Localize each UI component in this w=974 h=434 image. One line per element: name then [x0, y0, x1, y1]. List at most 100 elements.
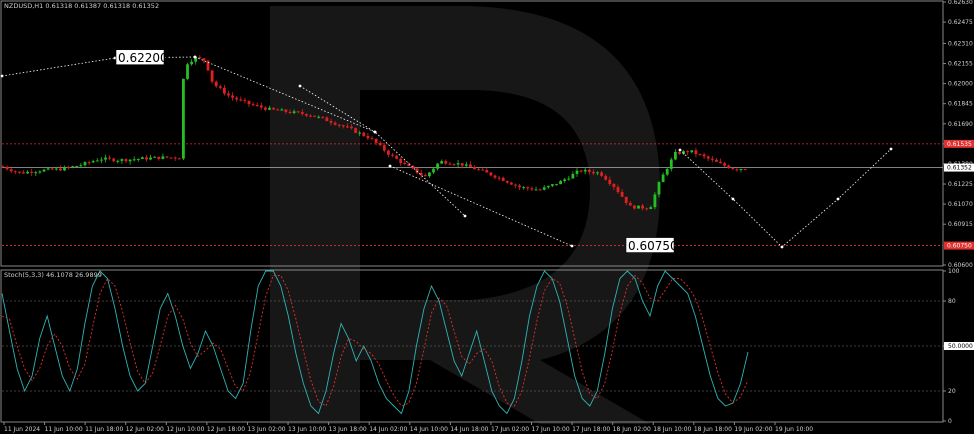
candle-body — [702, 154, 706, 157]
candle-body — [26, 171, 29, 174]
candle-body — [350, 126, 353, 129]
candle-body — [563, 179, 567, 182]
stoch-y-tick-label: 80 — [948, 298, 956, 305]
x-tick-label: 12 Jun 10:00 — [166, 426, 204, 433]
candle-body — [743, 169, 747, 171]
candle-body — [649, 207, 653, 210]
candle-body — [223, 87, 226, 94]
candle-body — [637, 205, 640, 209]
candle-body — [382, 145, 386, 151]
forecast-point — [0, 74, 4, 78]
current-price-label: 0.61352 — [947, 165, 972, 172]
candle-body — [95, 160, 99, 162]
candle-body — [87, 162, 91, 164]
candle-body — [54, 168, 58, 170]
candle-body — [538, 189, 542, 191]
price-y-tick-label: 0.61070 — [948, 201, 973, 208]
forecast-point — [780, 245, 784, 249]
candle-body — [112, 158, 116, 162]
candle-body — [706, 156, 710, 159]
forecast-point — [570, 244, 574, 248]
candle-body — [624, 196, 628, 203]
candle-body — [608, 179, 612, 184]
candle-body — [341, 125, 345, 127]
candle-body — [423, 175, 427, 177]
forecast-point — [836, 197, 840, 201]
stoch-y-tick-label: 0 — [948, 418, 952, 425]
candle-body — [567, 178, 571, 180]
chart: 0.62630 0.62475 0.62310 0.62155 0.62000 0.618… — [0, 0, 974, 433]
candle-body — [71, 166, 75, 168]
symbol-header: NZDUSD,H1 0.61318 0.61387 0.61318 0.6135… — [4, 2, 159, 10]
candle-body — [653, 194, 657, 208]
candle-body — [284, 109, 288, 112]
candle-body — [665, 168, 669, 175]
candle-body — [218, 86, 222, 88]
candle-body — [715, 159, 718, 162]
x-tick-label: 18 Jun 02:00 — [613, 426, 651, 433]
candle-body — [661, 174, 665, 183]
x-tick-label: 14 Jun 10:00 — [410, 426, 448, 433]
candle-body — [145, 157, 148, 160]
candle-body — [255, 104, 259, 106]
x-tick-label: 12 Jun 02:00 — [126, 426, 164, 433]
candle-body — [329, 121, 333, 123]
candle-body — [600, 172, 603, 176]
candle-body — [317, 116, 321, 118]
candle-body — [501, 177, 505, 181]
candle-body — [460, 163, 464, 166]
support-line-label: 0.60750 — [947, 243, 972, 250]
candle-body — [313, 115, 316, 117]
candle-body — [358, 132, 362, 134]
price-y-tick-label: 0.60915 — [948, 221, 973, 228]
candle-body — [485, 170, 489, 173]
candle-body — [169, 157, 173, 159]
candle-body — [428, 172, 431, 177]
candle-body — [210, 70, 214, 82]
candle-body — [13, 171, 17, 173]
candle-body — [153, 156, 157, 158]
candle-body — [5, 166, 9, 170]
forecast-line — [679, 148, 892, 248]
candle-body — [735, 169, 739, 171]
forecast-point — [678, 148, 682, 152]
candle-body — [444, 161, 448, 164]
candle-body — [542, 187, 546, 190]
candle-body — [452, 164, 456, 166]
candle-body — [362, 132, 366, 136]
candle-body — [518, 185, 521, 188]
price-y-tick-label: 0.61690 — [948, 121, 973, 128]
candle-body — [63, 167, 66, 171]
candle-body — [292, 111, 296, 113]
candle-body — [206, 60, 210, 71]
candle-body — [370, 138, 374, 140]
stoch-y-tick-label: 50.0000 — [948, 343, 973, 350]
candle-body — [436, 163, 439, 169]
forecast-point — [889, 147, 893, 151]
candle-body — [604, 175, 608, 180]
candle-body — [38, 171, 42, 173]
candle-body — [473, 167, 476, 170]
candle-body — [34, 172, 38, 174]
stoch-header: Stoch(5,3,3) 46.1078 26.9899 — [4, 271, 102, 279]
candle-body — [366, 135, 370, 139]
x-tick-label: 12 Jun 18:00 — [207, 426, 245, 433]
price-y-tick-label: 0.61845 — [948, 101, 973, 108]
candle-body — [583, 169, 587, 172]
candle-body — [128, 159, 132, 162]
candle-body — [239, 99, 243, 101]
candle-body — [83, 162, 87, 166]
candle-body — [497, 177, 501, 179]
candle-body — [9, 169, 13, 172]
x-tick-label: 17 Jun 10:00 — [532, 426, 570, 433]
candle-body — [272, 107, 275, 110]
candle-body — [321, 116, 325, 118]
stoch-y-tick-label: 20 — [948, 388, 956, 395]
candle-body — [514, 184, 517, 186]
candle-body — [481, 169, 485, 171]
x-tick-label: 17 Jun 18:00 — [572, 426, 610, 433]
candle-body — [694, 150, 698, 155]
candle-body — [686, 151, 690, 153]
candle-body — [387, 150, 390, 155]
forecast-point — [373, 130, 377, 134]
